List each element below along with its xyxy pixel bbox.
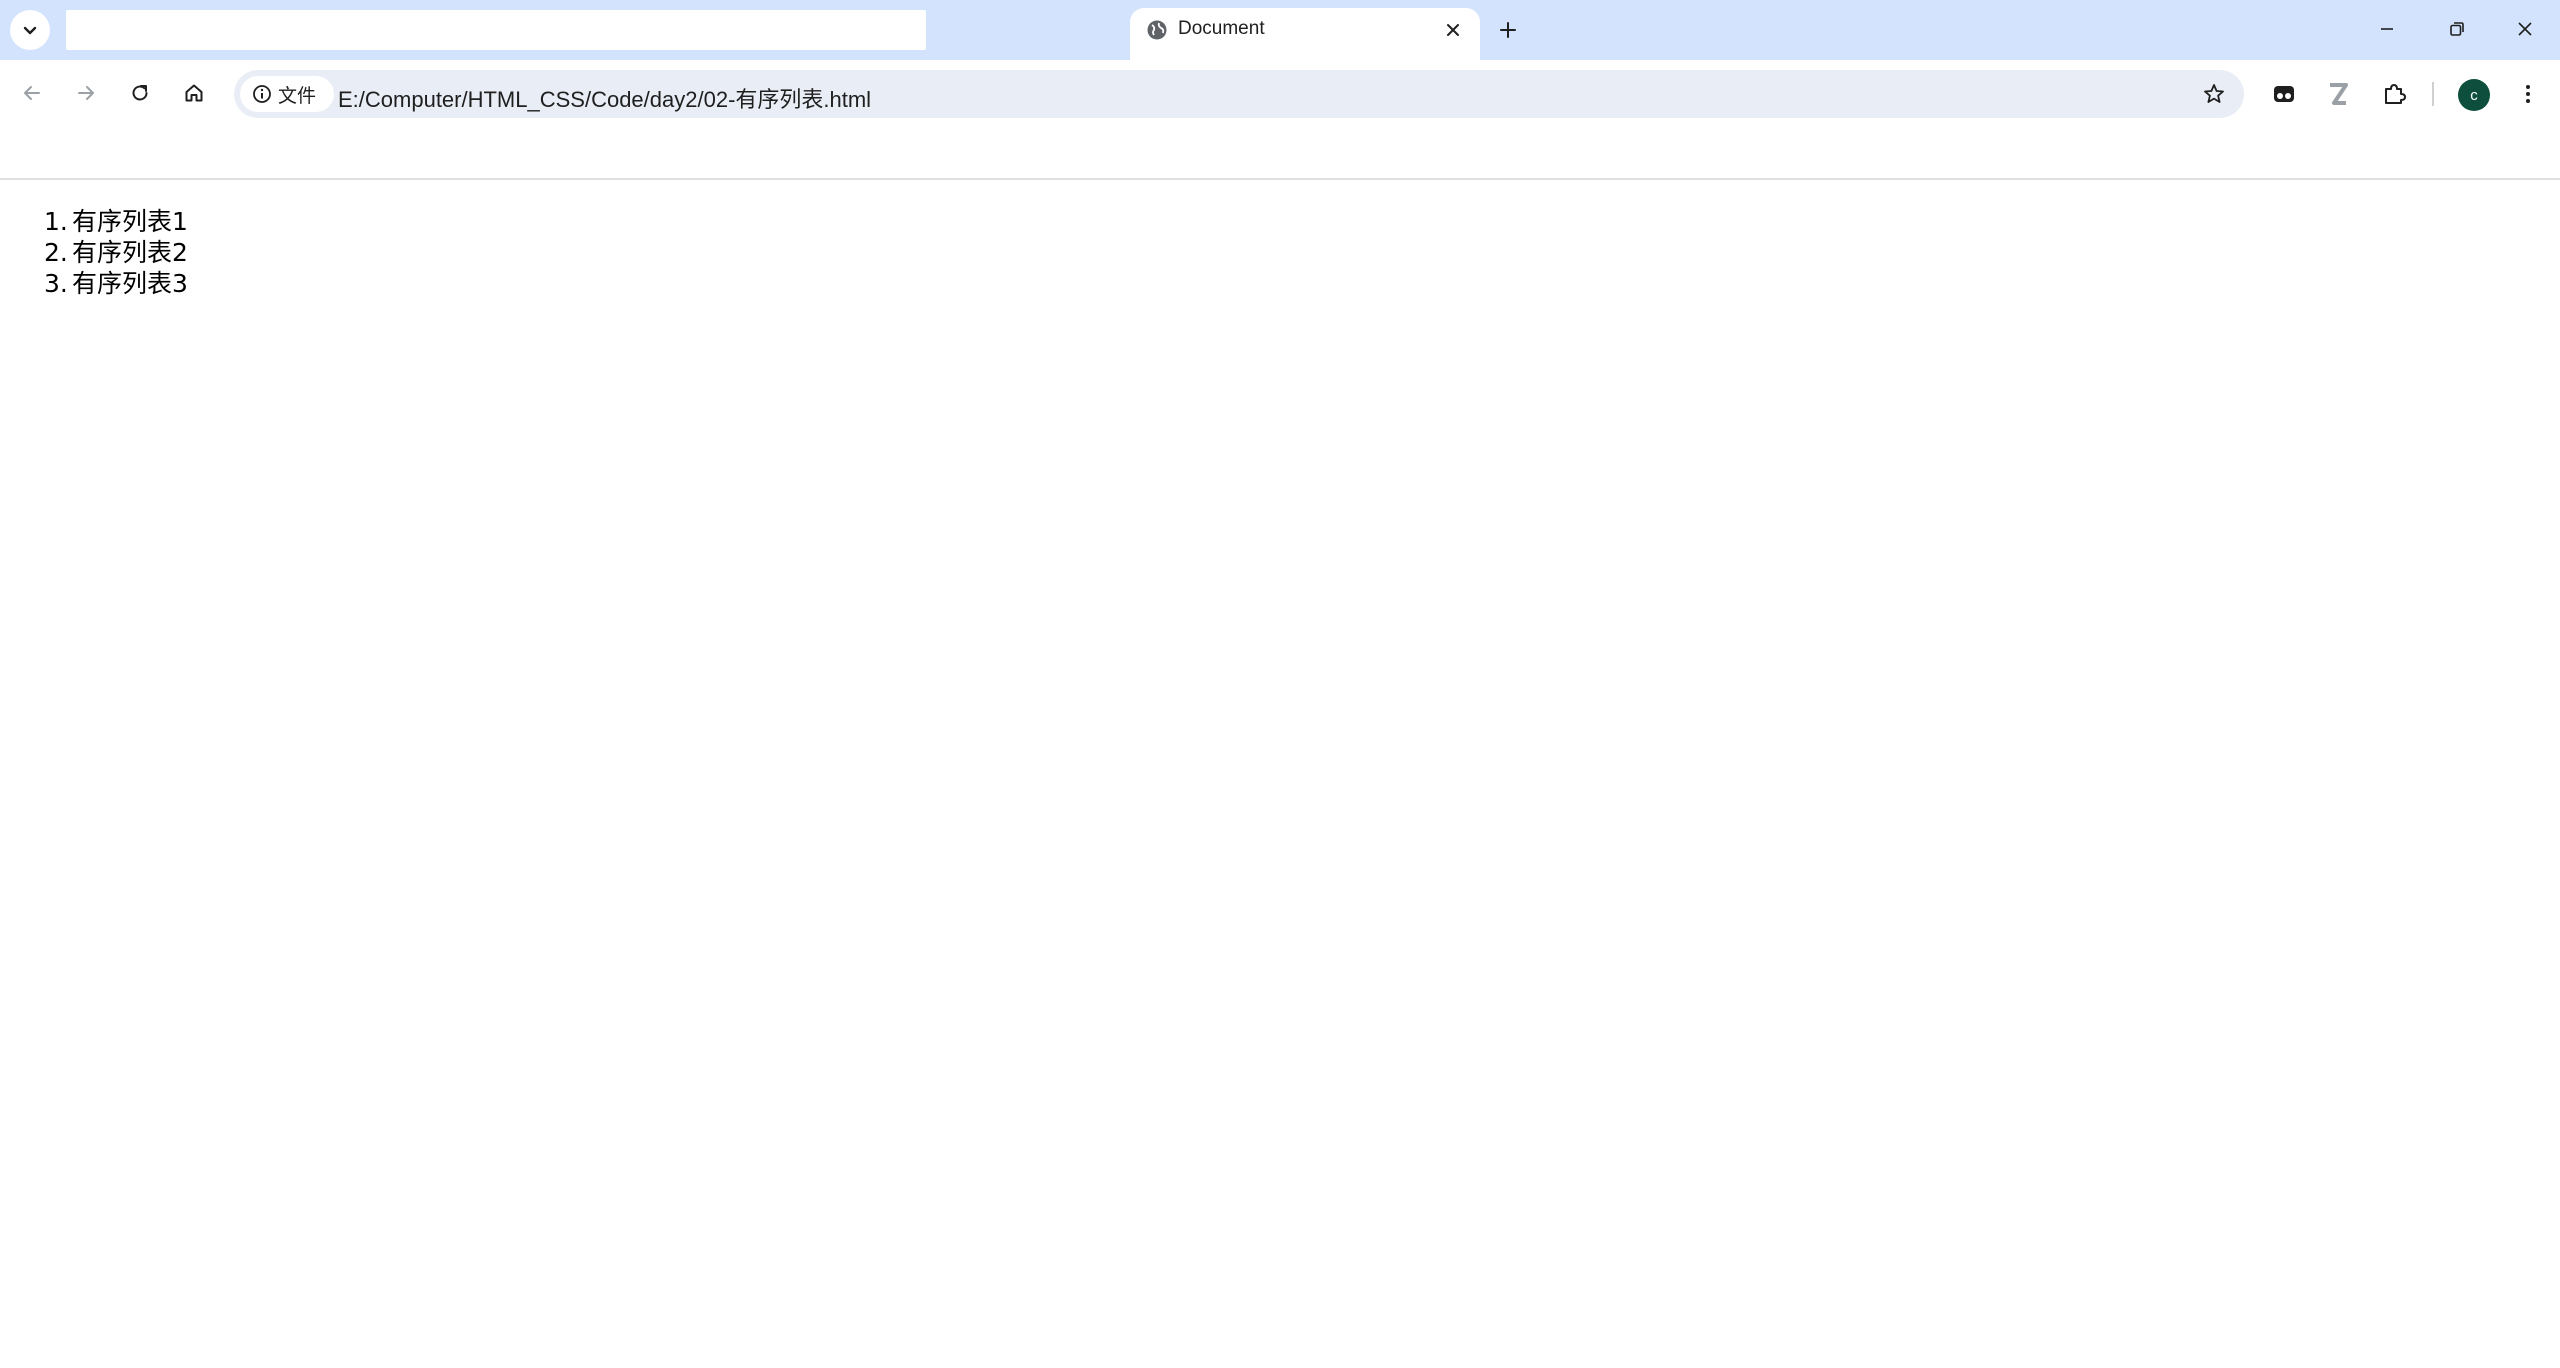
extension-button[interactable] [2318,74,2358,114]
menu-button[interactable] [2508,74,2548,114]
tab-title [66,10,926,50]
arrow-right-icon [78,86,94,100]
close-icon [2518,22,2532,36]
list-item-number: 1. [44,207,68,236]
home-button[interactable] [174,73,214,113]
home-icon [185,84,203,102]
restore-button[interactable] [2422,0,2492,58]
tab-untitled[interactable] [64,8,1167,52]
chevron-down-icon [23,26,37,35]
star-icon [2204,84,2224,103]
list-item-number: 3. [44,269,68,298]
profile-avatar[interactable]: c [2458,79,2490,111]
incognito-extension-icon [2274,86,2294,102]
ordered-list: 1. 有序列表1 2. 有序列表2 3. 有序列表3 [44,206,188,299]
minimize-icon [2381,28,2393,30]
list-item-text: 有序列表1 [72,207,188,236]
tab-document[interactable]: Document [1130,8,1480,60]
restore-icon [2450,22,2464,36]
security-label: 文件 [278,84,317,107]
minimize-button[interactable] [2352,0,2422,58]
info-icon [253,85,271,103]
arrow-left-icon [24,86,40,100]
extensions-menu-button[interactable] [2374,74,2414,114]
tab-search-button[interactable] [10,10,50,50]
reload-button[interactable] [120,73,160,113]
list-item: 3. 有序列表3 [44,268,188,299]
url-text[interactable]: E:/Computer/HTML_CSS/Code/day2/02-有序列表.h… [338,82,871,114]
bookmark-button[interactable] [2196,76,2232,112]
list-item: 2. 有序列表2 [44,237,188,268]
new-tab-button[interactable] [1490,12,1526,48]
plus-icon [1500,22,1516,38]
more-vertical-icon [2526,85,2530,103]
address-bar[interactable]: 文件 E:/Computer/HTML_CSS/Code/day2/02-有序列… [234,70,2244,118]
site-info-chip[interactable]: 文件 [240,76,334,112]
tab-strip: Document [0,0,2560,60]
browser-toolbar: 文件 E:/Computer/HTML_CSS/Code/day2/02-有序列… [0,60,2560,180]
list-item-number: 2. [44,238,68,267]
back-button[interactable] [12,73,52,113]
list-item-text: 有序列表3 [72,269,188,298]
extension-button[interactable] [2264,74,2304,114]
page-content: 1. 有序列表1 2. 有序列表2 3. 有序列表3 [0,182,2560,1368]
tab-close-button[interactable] [1438,15,1468,45]
globe-icon [1147,20,1167,40]
list-item: 1. 有序列表1 [44,206,188,237]
close-window-button[interactable] [2490,0,2560,58]
list-item-text: 有序列表2 [72,238,188,267]
reload-icon [132,85,148,101]
z-extension-icon [2330,83,2348,105]
toolbar-divider [2432,82,2434,106]
close-icon [1447,24,1459,36]
forward-button[interactable] [66,73,106,113]
puzzle-icon [2385,84,2406,104]
tab-title: Document [1178,18,1265,39]
